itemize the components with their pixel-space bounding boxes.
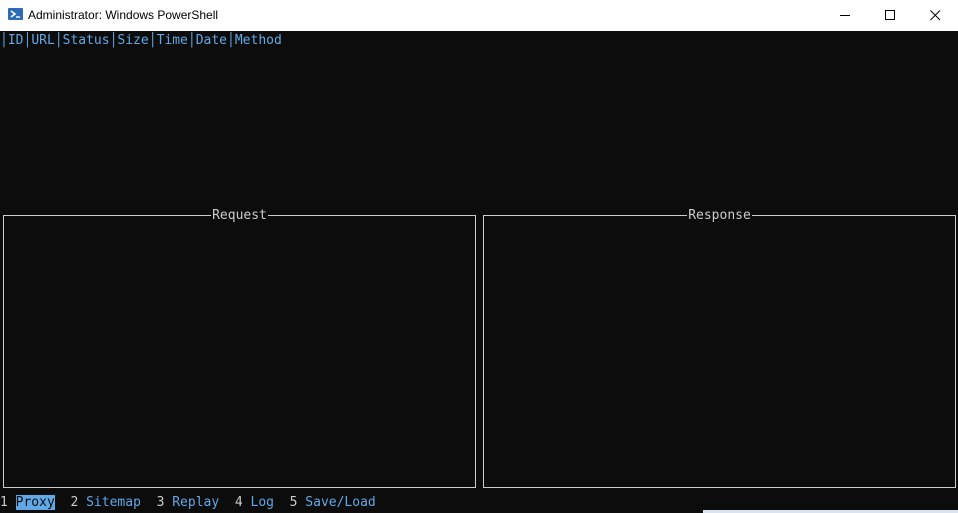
maximize-icon: [885, 10, 895, 20]
column-date[interactable]: Date: [196, 33, 227, 48]
title-bar[interactable]: Administrator: Windows PowerShell: [0, 0, 958, 31]
terminal-area[interactable]: │ID│URL│Status│Size│Time│Date│Method Req…: [0, 31, 958, 513]
column-id[interactable]: ID: [8, 33, 24, 48]
tab-number: 4: [234, 495, 243, 510]
tab-number: 5: [289, 495, 298, 510]
tab-log[interactable]: 4 Log: [235, 495, 274, 510]
minimize-icon: [840, 15, 850, 16]
tab-number: 2: [70, 495, 79, 510]
tab-replay[interactable]: 3 Replay: [157, 495, 220, 510]
tab-label: Replay: [172, 495, 220, 510]
column-url[interactable]: URL: [31, 33, 54, 48]
tab-save-load[interactable]: 5 Save/Load: [290, 495, 376, 510]
tab-number: 1: [0, 495, 8, 510]
request-panel[interactable]: Request: [3, 208, 476, 488]
table-header: │ID│URL│Status│Size│Time│Date│Method: [0, 33, 282, 48]
powershell-icon: [8, 8, 23, 20]
minimize-button[interactable]: [823, 0, 868, 31]
window-title: Administrator: Windows PowerShell: [28, 8, 219, 22]
tab-sitemap[interactable]: 2 Sitemap: [70, 495, 140, 510]
tab-number: 3: [156, 495, 165, 510]
close-icon: [930, 10, 941, 21]
tab-bar: 1 Proxy 2 Sitemap 3 Replay 4 Log 5 Save/…: [0, 494, 376, 511]
tab-label: Log: [250, 495, 274, 510]
column-time[interactable]: Time: [157, 33, 188, 48]
column-size[interactable]: Size: [117, 33, 148, 48]
response-panel-title: Response: [687, 208, 752, 223]
tab-label: Sitemap: [86, 495, 141, 510]
tab-label: Save/Load: [305, 495, 376, 510]
close-button[interactable]: [913, 0, 958, 31]
maximize-button[interactable]: [868, 0, 913, 31]
column-status[interactable]: Status: [63, 33, 110, 48]
powershell-window: Administrator: Windows PowerShell │ID│UR…: [0, 0, 958, 513]
response-panel[interactable]: Response: [483, 208, 956, 488]
column-method[interactable]: Method: [235, 33, 282, 48]
request-panel-title: Request: [211, 208, 268, 223]
tab-proxy[interactable]: 1 Proxy: [0, 495, 55, 510]
tab-label: Proxy: [15, 495, 55, 510]
